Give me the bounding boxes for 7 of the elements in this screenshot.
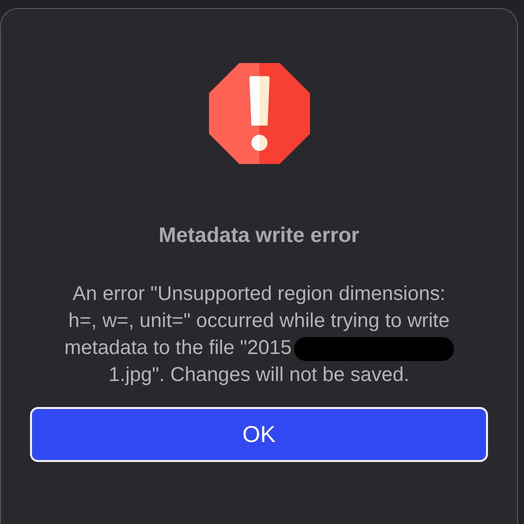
error-icon [208, 63, 310, 164]
message-text: metadata to the file "2015 [64, 336, 292, 361]
dialog-title: Metadata write error [158, 224, 360, 248]
message-text: 1.jpg". Changes will not be saved. [108, 363, 410, 388]
message-text: h=, w=, unit=" occurred while trying to write [68, 309, 450, 334]
message-text: An error "Unsupported region dimensions: [72, 282, 446, 307]
ok-button[interactable]: OK [30, 407, 488, 462]
